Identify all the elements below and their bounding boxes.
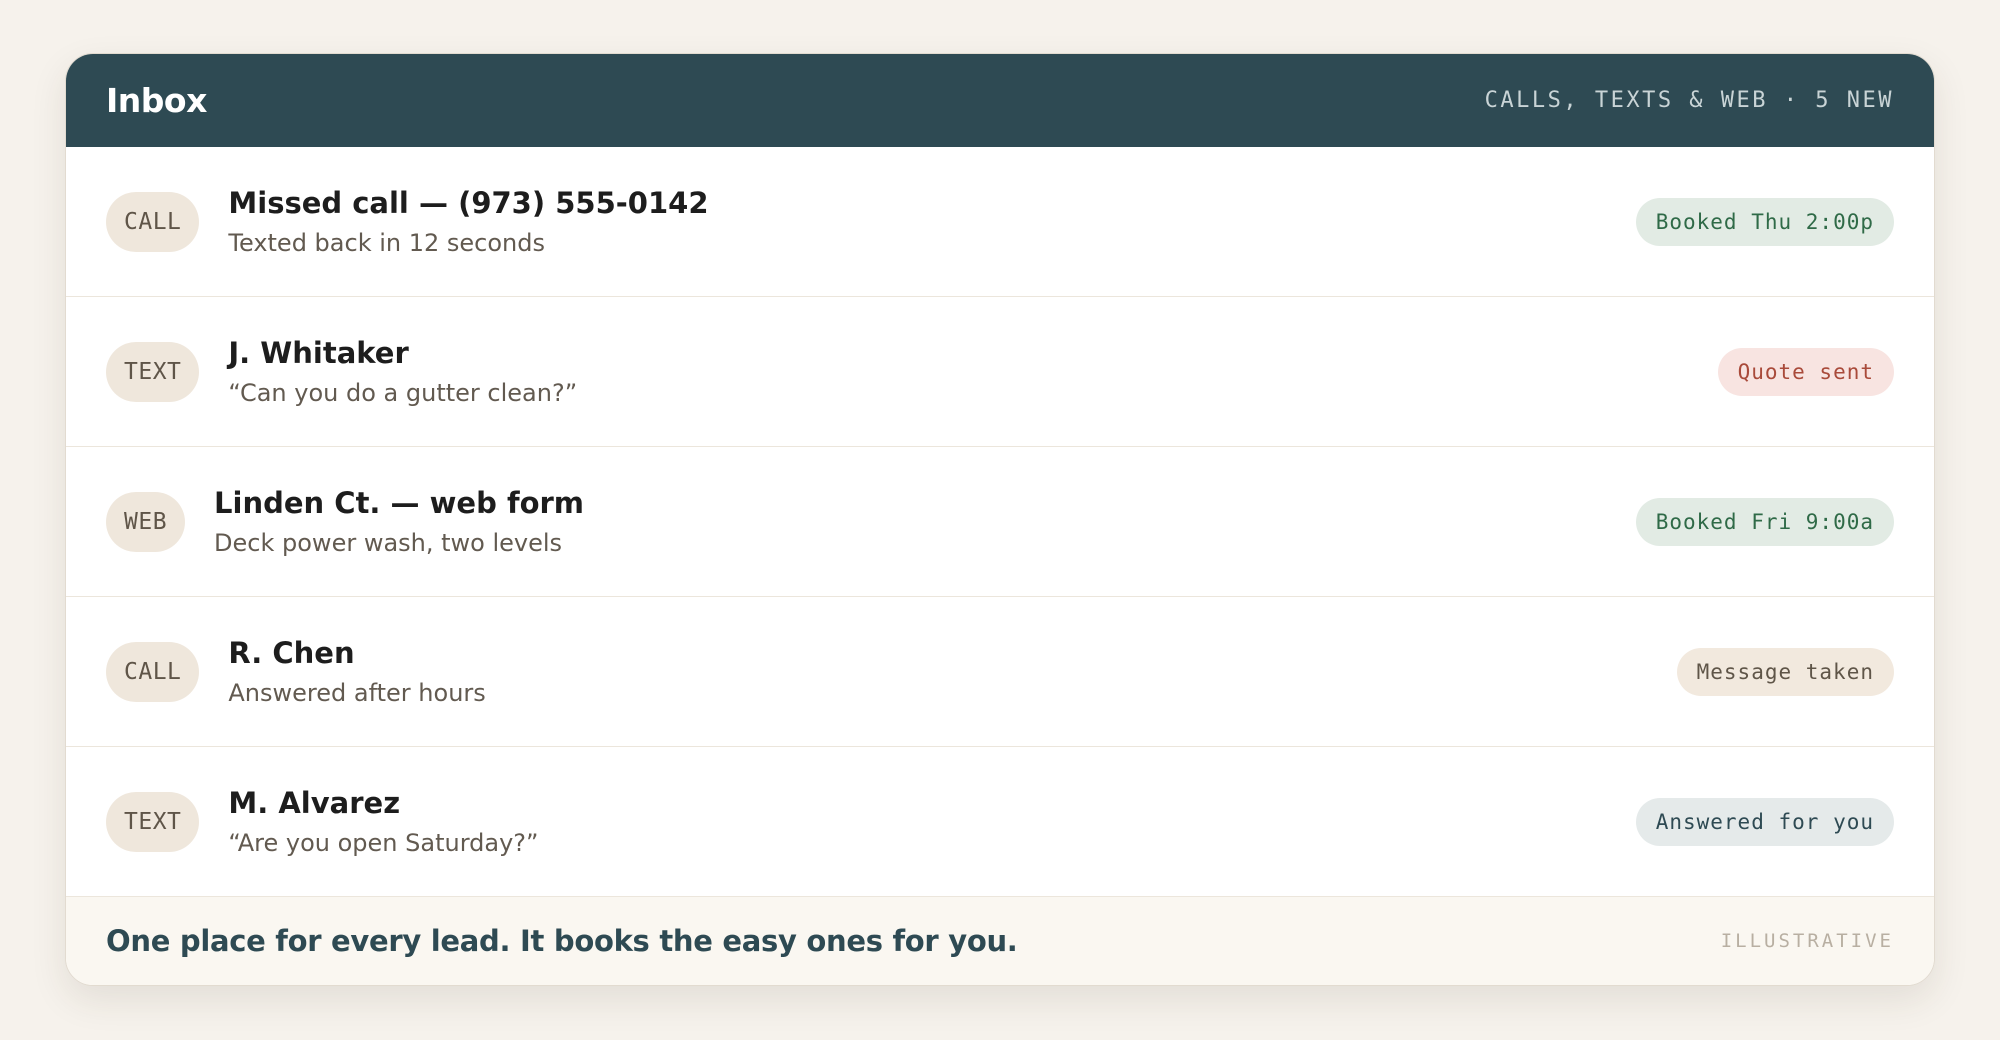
lead-subtitle: “Can you do a gutter clean?”: [228, 378, 578, 407]
channel-badge-web: WEB: [106, 491, 186, 552]
list-item-whitaker[interactable]: TEXT J. Whitaker “Can you do a gutter cl…: [66, 297, 1934, 447]
lead-subtitle: Answered after hours: [228, 678, 486, 707]
list-item-alvarez[interactable]: TEXT M. Alvarez “Are you open Saturday?”…: [66, 747, 1934, 897]
status-badge: Answered for you: [1635, 797, 1894, 846]
list-item-linden[interactable]: WEB Linden Ct. — web form Deck power was…: [66, 447, 1934, 597]
inbox-footer: One place for every lead. It books the e…: [66, 897, 1934, 985]
channel-badge-call: CALL: [106, 191, 200, 252]
channel-badge-text: TEXT: [106, 791, 200, 852]
status-badge: Booked Fri 9:00a: [1635, 497, 1894, 546]
inbox-card: Inbox CALLS, TEXTS & WEB · 5 NEW CALL Mi…: [65, 53, 1935, 986]
lead-subtitle: Texted back in 12 seconds: [228, 228, 545, 257]
channel-badge-text: TEXT: [106, 341, 200, 402]
page-title: Inbox: [106, 81, 207, 120]
status-badge: Message taken: [1676, 647, 1894, 696]
list-item-missed-call[interactable]: CALL Missed call — (973) 555-0142 Texted…: [66, 147, 1934, 297]
lead-text: Linden Ct. — web form Deck power wash, t…: [214, 484, 1636, 560]
list-item-chen[interactable]: CALL R. Chen Answered after hours Messag…: [66, 597, 1934, 747]
lead-text: J. Whitaker “Can you do a gutter clean?”: [228, 334, 1717, 410]
lead-title: J. Whitaker: [228, 335, 409, 370]
lead-text: R. Chen Answered after hours: [228, 634, 1676, 710]
lead-text: Missed call — (973) 555-0142 Texted back…: [228, 184, 1635, 260]
status-badge: Quote sent: [1717, 347, 1894, 396]
lead-title: R. Chen: [228, 635, 355, 670]
lead-text: M. Alvarez “Are you open Saturday?”: [228, 784, 1635, 860]
status-badge: Booked Thu 2:00p: [1635, 197, 1894, 246]
footer-tagline: One place for every lead. It books the e…: [106, 924, 1018, 958]
channel-badge-call: CALL: [106, 641, 200, 702]
lead-title: M. Alvarez: [228, 785, 401, 820]
lead-title: Linden Ct. — web form: [214, 485, 585, 520]
inbox-summary: CALLS, TEXTS & WEB · 5 NEW: [1484, 88, 1894, 113]
illustrative-note: ILLUSTRATIVE: [1720, 930, 1894, 952]
lead-subtitle: “Are you open Saturday?”: [228, 828, 539, 857]
lead-subtitle: Deck power wash, two levels: [214, 528, 563, 557]
lead-title: Missed call — (973) 555-0142: [228, 185, 709, 220]
inbox-header: Inbox CALLS, TEXTS & WEB · 5 NEW: [66, 54, 1934, 147]
